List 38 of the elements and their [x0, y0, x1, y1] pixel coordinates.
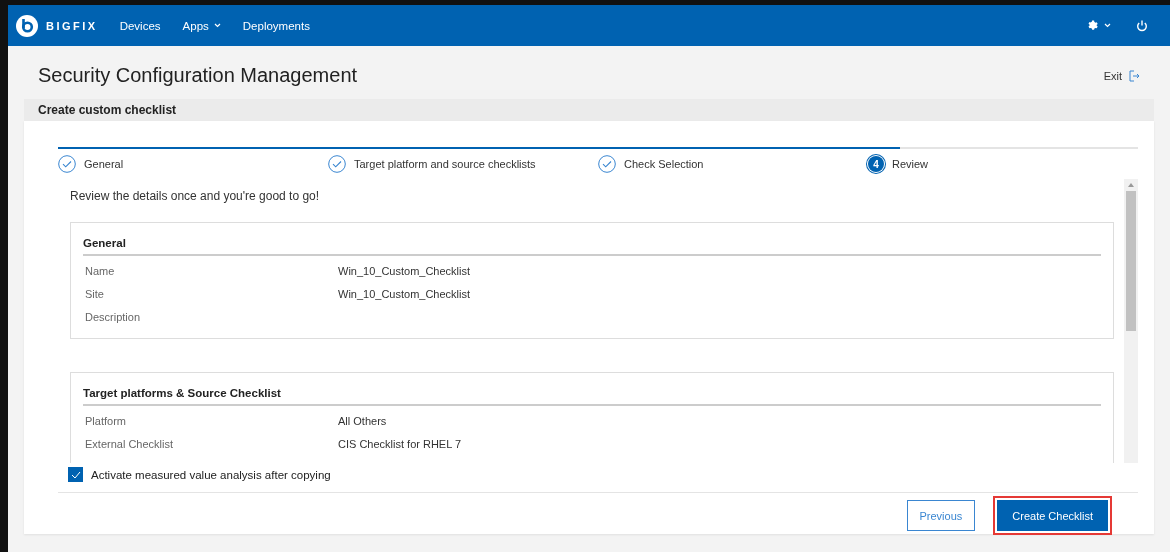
caret-icon[interactable]: [1104, 23, 1111, 28]
check-circle-icon: [328, 155, 346, 173]
checkbox-label[interactable]: Activate measured value analysis after copying: [91, 468, 331, 481]
field-label: External Checklist: [84, 437, 175, 450]
checkmark-icon: [70, 470, 81, 479]
field-value: Win_10_Custom_Checklist: [338, 264, 471, 277]
panel-title: Create custom checklist: [38, 103, 177, 117]
nav-link[interactable]: Apps: [182, 19, 221, 32]
field-value: CIS Checklist for RHEL 7: [338, 437, 462, 450]
step-number: 4: [868, 156, 884, 172]
scrollbar[interactable]: [1124, 179, 1138, 463]
checkbox[interactable]: [68, 467, 83, 482]
section-title: Target platforms & Source Checklist: [83, 381, 1101, 406]
exit-icon: [1128, 69, 1140, 82]
check-circle-icon: [598, 155, 616, 173]
wizard-step[interactable]: General: [58, 155, 328, 173]
previous-button[interactable]: Previous: [906, 500, 976, 531]
caret-icon: [213, 23, 221, 28]
logo-icon: [16, 14, 38, 37]
settings-icon[interactable]: [1087, 19, 1099, 32]
nav-link[interactable]: Devices: [119, 19, 161, 32]
wizard-step[interactable]: 4 Review: [868, 155, 1138, 173]
page-title: Security Configuration Management: [38, 64, 358, 87]
nav-link[interactable]: Deployments: [242, 19, 310, 32]
field-label: Name: [84, 264, 116, 277]
field-label: Platform: [84, 414, 127, 427]
check-circle-icon: [58, 155, 76, 173]
wizard-step[interactable]: Target platform and source checklists: [328, 155, 598, 173]
field-label: Site: [84, 287, 105, 300]
wizard-step[interactable]: Check Selection: [598, 155, 868, 173]
section-title: General: [83, 231, 1101, 256]
power-icon[interactable]: [1136, 19, 1148, 32]
exit-link[interactable]: Exit: [1103, 69, 1140, 82]
brand-name: BIGFIX: [46, 19, 98, 32]
field-label: Description: [84, 310, 142, 323]
field-value: Win_10_Custom_Checklist: [338, 287, 471, 300]
field-value: All Others: [338, 414, 387, 427]
intro-text: Review the details once and you're good to go!: [70, 189, 321, 203]
